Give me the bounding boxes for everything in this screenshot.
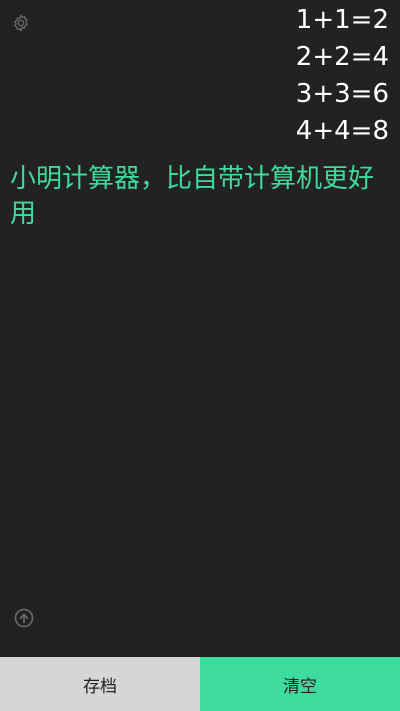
history-line: 3+3=6	[295, 79, 389, 109]
bottom-action-bar: 存档 清空	[0, 657, 400, 711]
gear-icon	[14, 13, 28, 33]
arrow-up-circle-icon	[14, 608, 34, 628]
save-button[interactable]: 存档	[0, 657, 200, 711]
settings-button[interactable]	[11, 13, 31, 33]
history-line: 4+4=8	[295, 116, 389, 146]
history-line: 1+1=2	[295, 5, 389, 35]
clear-button[interactable]: 清空	[200, 657, 400, 711]
history-line: 2+2=4	[295, 42, 389, 72]
calculation-history: 1+1=2 2+2=4 3+3=6 4+4=8	[109, 2, 389, 150]
upload-button[interactable]	[14, 608, 34, 628]
calculator-screen: 1+1=2 2+2=4 3+3=6 4+4=8 小明计算器，比自带计算机更好用 …	[0, 0, 400, 711]
clear-button-label: 清空	[283, 676, 317, 697]
promo-message: 小明计算器，比自带计算机更好用	[10, 164, 375, 229]
save-button-label: 存档	[83, 676, 117, 697]
